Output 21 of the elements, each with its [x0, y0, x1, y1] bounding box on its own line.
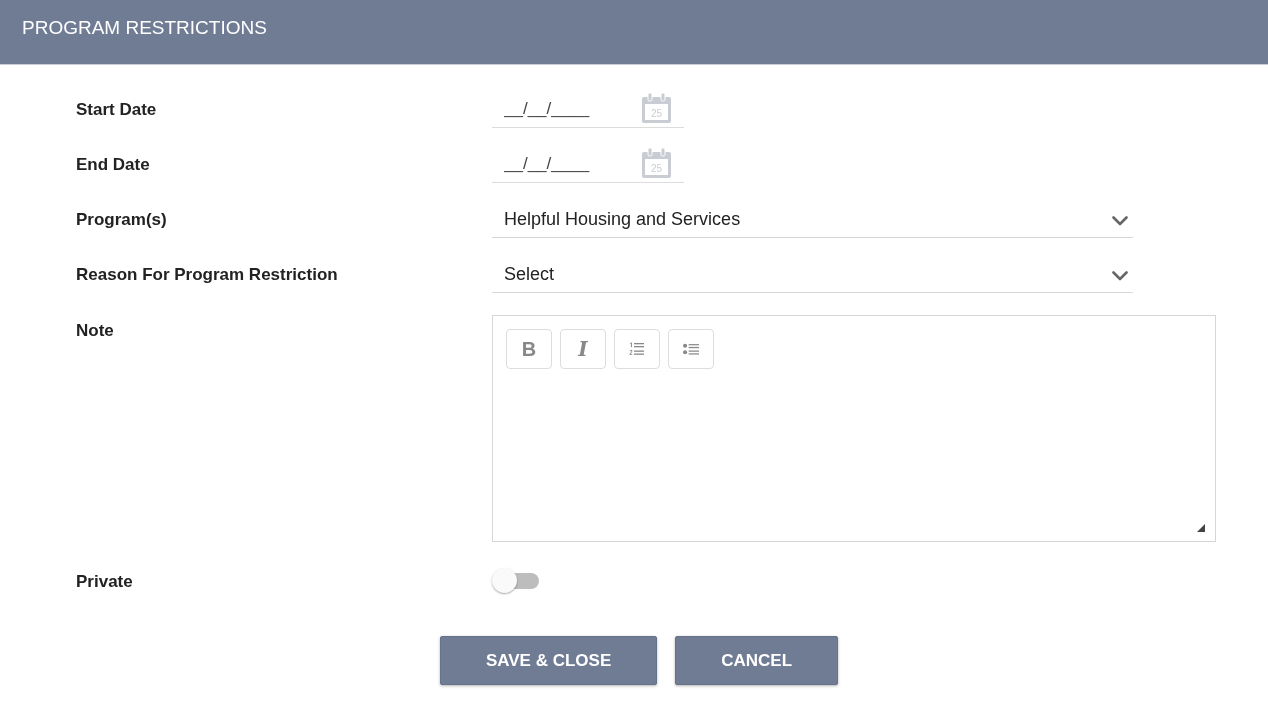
dropdown-field[interactable]: Helpful Housing and Services — [492, 201, 1133, 238]
field-label: Program(s) — [76, 209, 168, 230]
bullet-list-icon — [683, 342, 699, 356]
field-label: Note — [76, 320, 115, 341]
rich-text-field[interactable]: B I — [492, 315, 1216, 542]
bold-button[interactable]: B — [506, 329, 552, 369]
field-label: Reason For Program Restriction — [76, 264, 339, 285]
chevron-down-icon — [1112, 215, 1128, 226]
field-label: Start Date — [76, 99, 158, 120]
dialog-title: PROGRAM RESTRICTIONS — [22, 17, 267, 39]
italic-button[interactable]: I — [560, 329, 606, 369]
numbered-list-button[interactable] — [614, 329, 660, 369]
save-close-button[interactable]: SAVE & CLOSE — [439, 636, 658, 685]
chevron-down-icon — [1112, 270, 1128, 281]
dropdown-field[interactable]: Select — [492, 256, 1133, 293]
numbered-list-icon — [629, 342, 645, 356]
cancel-button[interactable]: CANCEL — [675, 636, 839, 685]
field-label: End Date — [76, 154, 151, 175]
field-label: Private — [76, 571, 134, 592]
resize-handle-icon[interactable] — [1197, 524, 1205, 532]
bullet-list-button[interactable] — [668, 329, 714, 369]
